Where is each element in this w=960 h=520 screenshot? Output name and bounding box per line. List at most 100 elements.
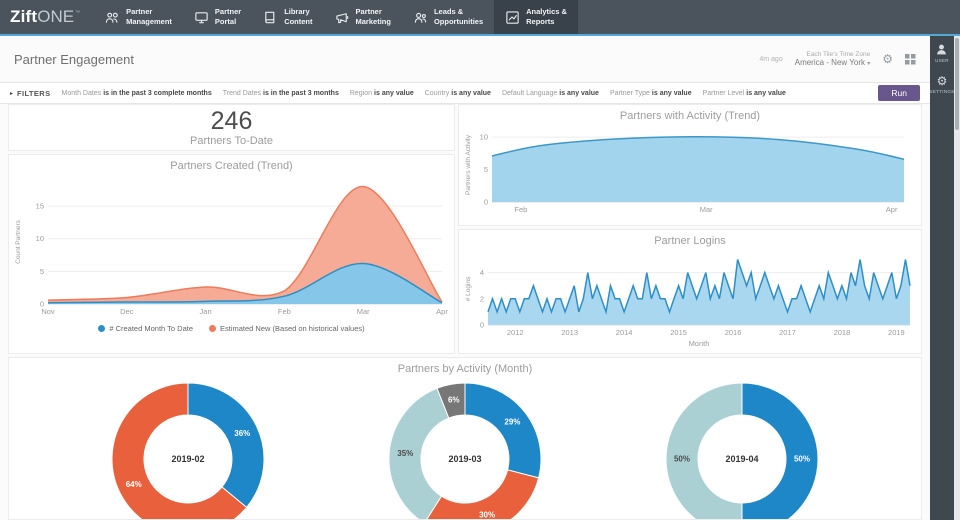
megaphone-icon bbox=[335, 10, 350, 25]
sidebar-settings[interactable]: ⚙ SETTINGS bbox=[930, 75, 955, 94]
svg-text:64%: 64% bbox=[125, 480, 141, 489]
svg-text:2012: 2012 bbox=[507, 328, 524, 337]
svg-text:# Logins: # Logins bbox=[465, 276, 472, 301]
svg-text:Mar: Mar bbox=[356, 307, 369, 316]
partners-created-trend-tile: Partners Created (Trend) 051015NovDecJan… bbox=[8, 154, 455, 354]
chart-title: Partners Created (Trend) bbox=[9, 155, 454, 172]
svg-text:2015: 2015 bbox=[670, 328, 687, 337]
nav-partner-portal[interactable]: PartnerPortal bbox=[183, 0, 252, 34]
svg-text:Apr: Apr bbox=[436, 307, 448, 316]
svg-text:50%: 50% bbox=[794, 455, 810, 464]
svg-text:2019-02: 2019-02 bbox=[171, 454, 204, 464]
user-icon bbox=[935, 43, 948, 56]
svg-text:2019-04: 2019-04 bbox=[726, 454, 759, 464]
svg-text:36%: 36% bbox=[234, 429, 250, 438]
nav-library-content[interactable]: LibraryContent bbox=[252, 0, 323, 34]
svg-text:10: 10 bbox=[35, 234, 43, 243]
filter-country[interactable]: Countryis any value bbox=[425, 90, 491, 97]
grid-layout-icon[interactable] bbox=[905, 54, 916, 65]
svg-text:2016: 2016 bbox=[725, 328, 742, 337]
chevron-down-icon: ▾ bbox=[867, 61, 870, 67]
svg-text:Dec: Dec bbox=[120, 307, 134, 316]
expand-arrow-icon: ▸ bbox=[10, 90, 13, 97]
logo-light: ONE bbox=[37, 7, 74, 27]
filters-bar: ▸ FILTERS Month Datesis in the past 3 co… bbox=[0, 82, 930, 104]
partners-count: 246 bbox=[211, 108, 253, 134]
run-button[interactable]: Run bbox=[878, 85, 920, 101]
svg-text:Jan: Jan bbox=[199, 307, 211, 316]
svg-text:Feb: Feb bbox=[277, 307, 290, 316]
right-sidebar: USER ⚙ SETTINGS bbox=[930, 36, 954, 520]
svg-text:2019: 2019 bbox=[888, 328, 905, 337]
svg-text:50%: 50% bbox=[674, 455, 690, 464]
partners-with-activity-chart: 0 5 10 Feb Mar Apr Partners with Activity bbox=[462, 122, 918, 218]
partners-to-date-tile: 246 Partners To-Date bbox=[8, 104, 455, 151]
donut-2019-02: 36% 64% 2019-02 bbox=[103, 377, 273, 520]
partner-logins-tile: Partner Logins 0242012201320142015201620… bbox=[458, 229, 922, 354]
filter-trend-dates[interactable]: Trend Datesis in the past 3 months bbox=[223, 90, 339, 97]
chart-icon bbox=[505, 10, 520, 25]
dashboard-gear-icon[interactable]: ⚙ bbox=[882, 53, 893, 65]
main-content: Partner Engagement 4m ago Each Tile's Ti… bbox=[0, 36, 930, 520]
svg-text:2013: 2013 bbox=[561, 328, 578, 337]
svg-text:Apr: Apr bbox=[886, 205, 898, 214]
chart-title: Partners with Activity (Trend) bbox=[459, 105, 921, 122]
legend-dot-red bbox=[209, 325, 216, 332]
svg-text:2017: 2017 bbox=[779, 328, 796, 337]
svg-text:0: 0 bbox=[484, 198, 488, 207]
chart-title: Partner Logins bbox=[459, 230, 921, 247]
scrollbar-thumb[interactable] bbox=[955, 38, 959, 130]
nav-partner-marketing[interactable]: PartnerMarketing bbox=[324, 0, 402, 34]
monitor-icon bbox=[194, 10, 209, 25]
svg-text:10: 10 bbox=[480, 133, 488, 142]
svg-text:5: 5 bbox=[39, 267, 43, 276]
partners-with-activity-tile: Partners with Activity (Trend) 0 5 10 Feb Ma… bbox=[458, 104, 922, 226]
svg-text:2018: 2018 bbox=[834, 328, 851, 337]
gear-icon: ⚙ bbox=[937, 75, 948, 87]
nav-leads-opportunities[interactable]: Leads &Opportunities bbox=[402, 0, 494, 34]
donut-row: 36%64%2019-02 29%30%35%6%2019-03 50%50%2… bbox=[9, 375, 921, 520]
partner-logins-chart: 02420122013201420152016201720182019Month… bbox=[462, 247, 918, 349]
ziftone-logo[interactable]: ZiftONE™ bbox=[0, 0, 94, 34]
svg-text:2: 2 bbox=[480, 294, 484, 303]
filter-partner-type[interactable]: Partner Typeis any value bbox=[610, 90, 692, 97]
logo-tm: ™ bbox=[75, 10, 80, 16]
svg-text:Count Partners: Count Partners bbox=[15, 219, 22, 263]
partners-by-activity-tile: Partners by Activity (Month) 36%64%2019-… bbox=[8, 357, 922, 520]
leads-people-icon bbox=[413, 10, 428, 25]
page-header: Partner Engagement 4m ago Each Tile's Ti… bbox=[0, 36, 930, 82]
dashboard-grid: 246 Partners To-Date Partners Created (T… bbox=[8, 104, 922, 520]
svg-text:5: 5 bbox=[484, 165, 488, 174]
logo-bold: Zift bbox=[10, 7, 37, 27]
donut-2019-04: 50% 50% 2019-04 bbox=[657, 377, 827, 520]
top-navbar: ZiftONE™ PartnerManagement PartnerPortal… bbox=[0, 0, 960, 36]
filter-partner-level[interactable]: Partner Levelis any value bbox=[703, 90, 786, 97]
svg-text:0: 0 bbox=[480, 321, 484, 330]
timezone-dropdown[interactable]: Each Tile's Time Zone America - New York… bbox=[795, 51, 871, 67]
last-updated: 4m ago bbox=[759, 56, 782, 63]
svg-text:Partners with Activity: Partners with Activity bbox=[465, 134, 472, 195]
sidebar-user[interactable]: USER bbox=[935, 43, 949, 63]
donut-2019-03: 29%30%35%6%2019-03 bbox=[380, 377, 550, 520]
svg-text:Feb: Feb bbox=[514, 205, 527, 214]
svg-text:30%: 30% bbox=[479, 510, 495, 519]
scrollbar-track[interactable] bbox=[954, 36, 960, 520]
svg-text:Nov: Nov bbox=[41, 307, 55, 316]
chart-legend: # Created Month To Date Estimated New (B… bbox=[9, 322, 454, 337]
filter-region[interactable]: Regionis any value bbox=[350, 90, 414, 97]
people-icon bbox=[105, 10, 120, 25]
nav-analytics-reports[interactable]: Analytics &Reports bbox=[494, 0, 578, 34]
filter-default-language[interactable]: Default Languageis any value bbox=[502, 90, 599, 97]
svg-text:2019-03: 2019-03 bbox=[448, 454, 481, 464]
svg-text:6%: 6% bbox=[448, 396, 460, 405]
svg-text:Mar: Mar bbox=[700, 205, 713, 214]
svg-text:Month: Month bbox=[689, 339, 710, 348]
filter-month-dates[interactable]: Month Datesis in the past 3 complete mon… bbox=[62, 90, 212, 97]
legend-dot-blue bbox=[98, 325, 105, 332]
filters-toggle[interactable]: ▸ FILTERS bbox=[10, 89, 51, 98]
svg-text:35%: 35% bbox=[397, 449, 413, 458]
page-title: Partner Engagement bbox=[14, 52, 134, 67]
svg-text:4: 4 bbox=[480, 268, 484, 277]
nav-partner-management[interactable]: PartnerManagement bbox=[94, 0, 183, 34]
partners-created-chart: 051015NovDecJanFebMarAprCount Partners bbox=[12, 172, 452, 322]
